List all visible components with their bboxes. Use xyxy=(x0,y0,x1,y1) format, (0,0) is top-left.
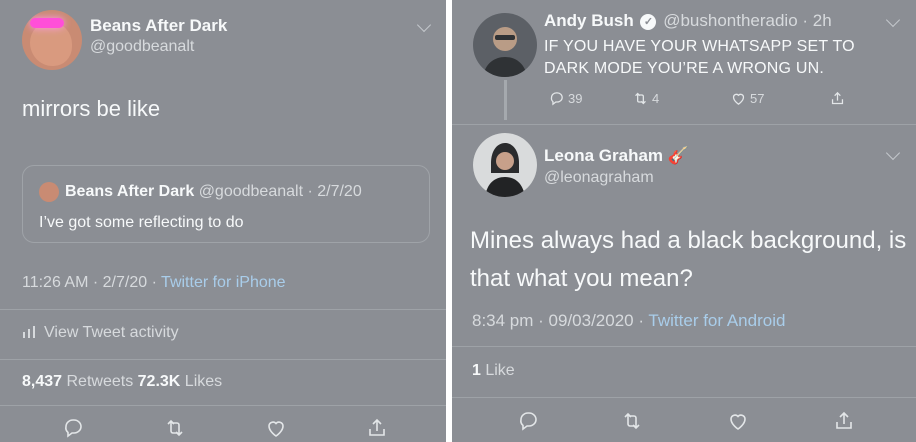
reply-source-link[interactable]: Twitter for Android xyxy=(648,311,785,330)
reply-count: 39 xyxy=(568,91,583,106)
reply-timestamp: 8:34 pm · 09/03/2020 · xyxy=(472,311,649,330)
retweet-icon[interactable] xyxy=(163,416,187,440)
retweet-icon xyxy=(635,92,646,105)
like-icon[interactable] xyxy=(726,409,750,433)
likes-count[interactable]: 72.3K xyxy=(138,373,181,390)
share-icon[interactable] xyxy=(832,409,856,433)
quote-handle-date: @goodbeanalt · 2/7/20 xyxy=(198,183,362,200)
retweet-icon[interactable] xyxy=(620,409,644,433)
source-link[interactable]: Twitter for iPhone xyxy=(161,274,286,291)
tweet-meta: 11:26 AM · 2/7/20 · Twitter for iPhone xyxy=(22,274,286,292)
timestamp: 11:26 AM · 2/7/20 · xyxy=(22,274,162,291)
reply-icon[interactable] xyxy=(61,416,85,440)
reply-author: Leona Graham 🎸 xyxy=(544,146,689,166)
activity-icon xyxy=(23,326,35,338)
parent-like[interactable]: 57 xyxy=(730,90,764,107)
reply-actions xyxy=(452,409,916,439)
quoted-tweet[interactable]: Beans After Dark @goodbeanalt · 2/7/20 I… xyxy=(22,165,430,243)
like-count: 57 xyxy=(750,91,765,106)
retweets-count[interactable]: 8,437 xyxy=(22,373,62,390)
tweet-text: mirrors be like xyxy=(22,96,161,121)
quote-author-name: Beans After Dark xyxy=(65,183,195,200)
avatar[interactable] xyxy=(22,10,82,70)
share-icon[interactable] xyxy=(365,416,389,440)
author-name[interactable]: Beans After Dark xyxy=(90,16,227,36)
avatar[interactable] xyxy=(473,133,537,197)
activity-label: View Tweet activity xyxy=(44,324,179,341)
chevron-down-icon[interactable] xyxy=(885,12,901,28)
sunglasses-graphic xyxy=(30,18,64,28)
divider xyxy=(0,359,446,360)
author-handle[interactable]: @goodbeanalt xyxy=(90,38,194,56)
reply-likes-label: Like xyxy=(480,362,515,379)
verified-badge-icon: ✓ xyxy=(640,14,657,30)
parent-retweet[interactable]: 4 xyxy=(632,90,659,107)
divider xyxy=(0,405,446,406)
quote-text: I’ve got some reflecting to do xyxy=(39,214,244,231)
reply-author-handle[interactable]: @leonagraham xyxy=(544,169,654,187)
left-tweet-panel: Beans After Dark @goodbeanalt mirrors be… xyxy=(0,0,446,442)
parent-tweet-text: IF YOU HAVE YOUR WHATSAPP SET TO DARK MO… xyxy=(544,38,855,77)
quote-header: Beans After Dark @goodbeanalt · 2/7/20 xyxy=(65,183,362,201)
parent-header: Andy Bush ✓ @bushontheradio · 2h xyxy=(544,11,832,31)
divider xyxy=(452,346,916,347)
parent-reply[interactable]: 39 xyxy=(548,90,582,107)
retweet-count: 4 xyxy=(652,91,660,106)
divider xyxy=(452,397,916,398)
guitar-emoji-icon: 🎸 xyxy=(667,146,689,165)
reply-meta: 8:34 pm · 09/03/2020 · Twitter for Andro… xyxy=(472,311,785,331)
divider xyxy=(452,124,916,125)
avatar[interactable] xyxy=(473,13,537,77)
view-activity-link[interactable]: View Tweet activity xyxy=(22,324,179,342)
bean-avatar-image xyxy=(30,22,72,66)
right-tweet-panel: Andy Bush ✓ @bushontheradio · 2h IF YOU … xyxy=(452,0,916,442)
divider xyxy=(0,309,446,310)
share-icon xyxy=(831,91,844,105)
parent-share[interactable] xyxy=(829,90,849,107)
reply-likes-count: 1 xyxy=(472,362,481,379)
reply-author-name[interactable]: Leona Graham xyxy=(544,146,663,165)
tweet-actions xyxy=(0,416,446,442)
thread-line xyxy=(504,80,507,120)
reply-tweet-text: Mines always had a black background, is … xyxy=(470,227,907,292)
reply-icon[interactable] xyxy=(516,409,540,433)
quote-avatar xyxy=(39,182,59,202)
chevron-down-icon[interactable] xyxy=(416,17,432,33)
chevron-down-icon[interactable] xyxy=(885,145,901,161)
reply-likes[interactable]: 1 Like xyxy=(472,362,515,380)
engagement-stats: 8,437 Retweets 72.3K Likes xyxy=(22,373,222,391)
reply-icon xyxy=(550,92,563,106)
likes-label[interactable]: Likes xyxy=(180,373,222,390)
like-icon xyxy=(732,93,745,105)
like-icon[interactable] xyxy=(264,416,288,440)
retweets-label[interactable]: Retweets xyxy=(62,373,138,390)
parent-author-name[interactable]: Andy Bush xyxy=(544,11,634,30)
parent-handle-time[interactable]: @bushontheradio · 2h xyxy=(658,11,832,30)
